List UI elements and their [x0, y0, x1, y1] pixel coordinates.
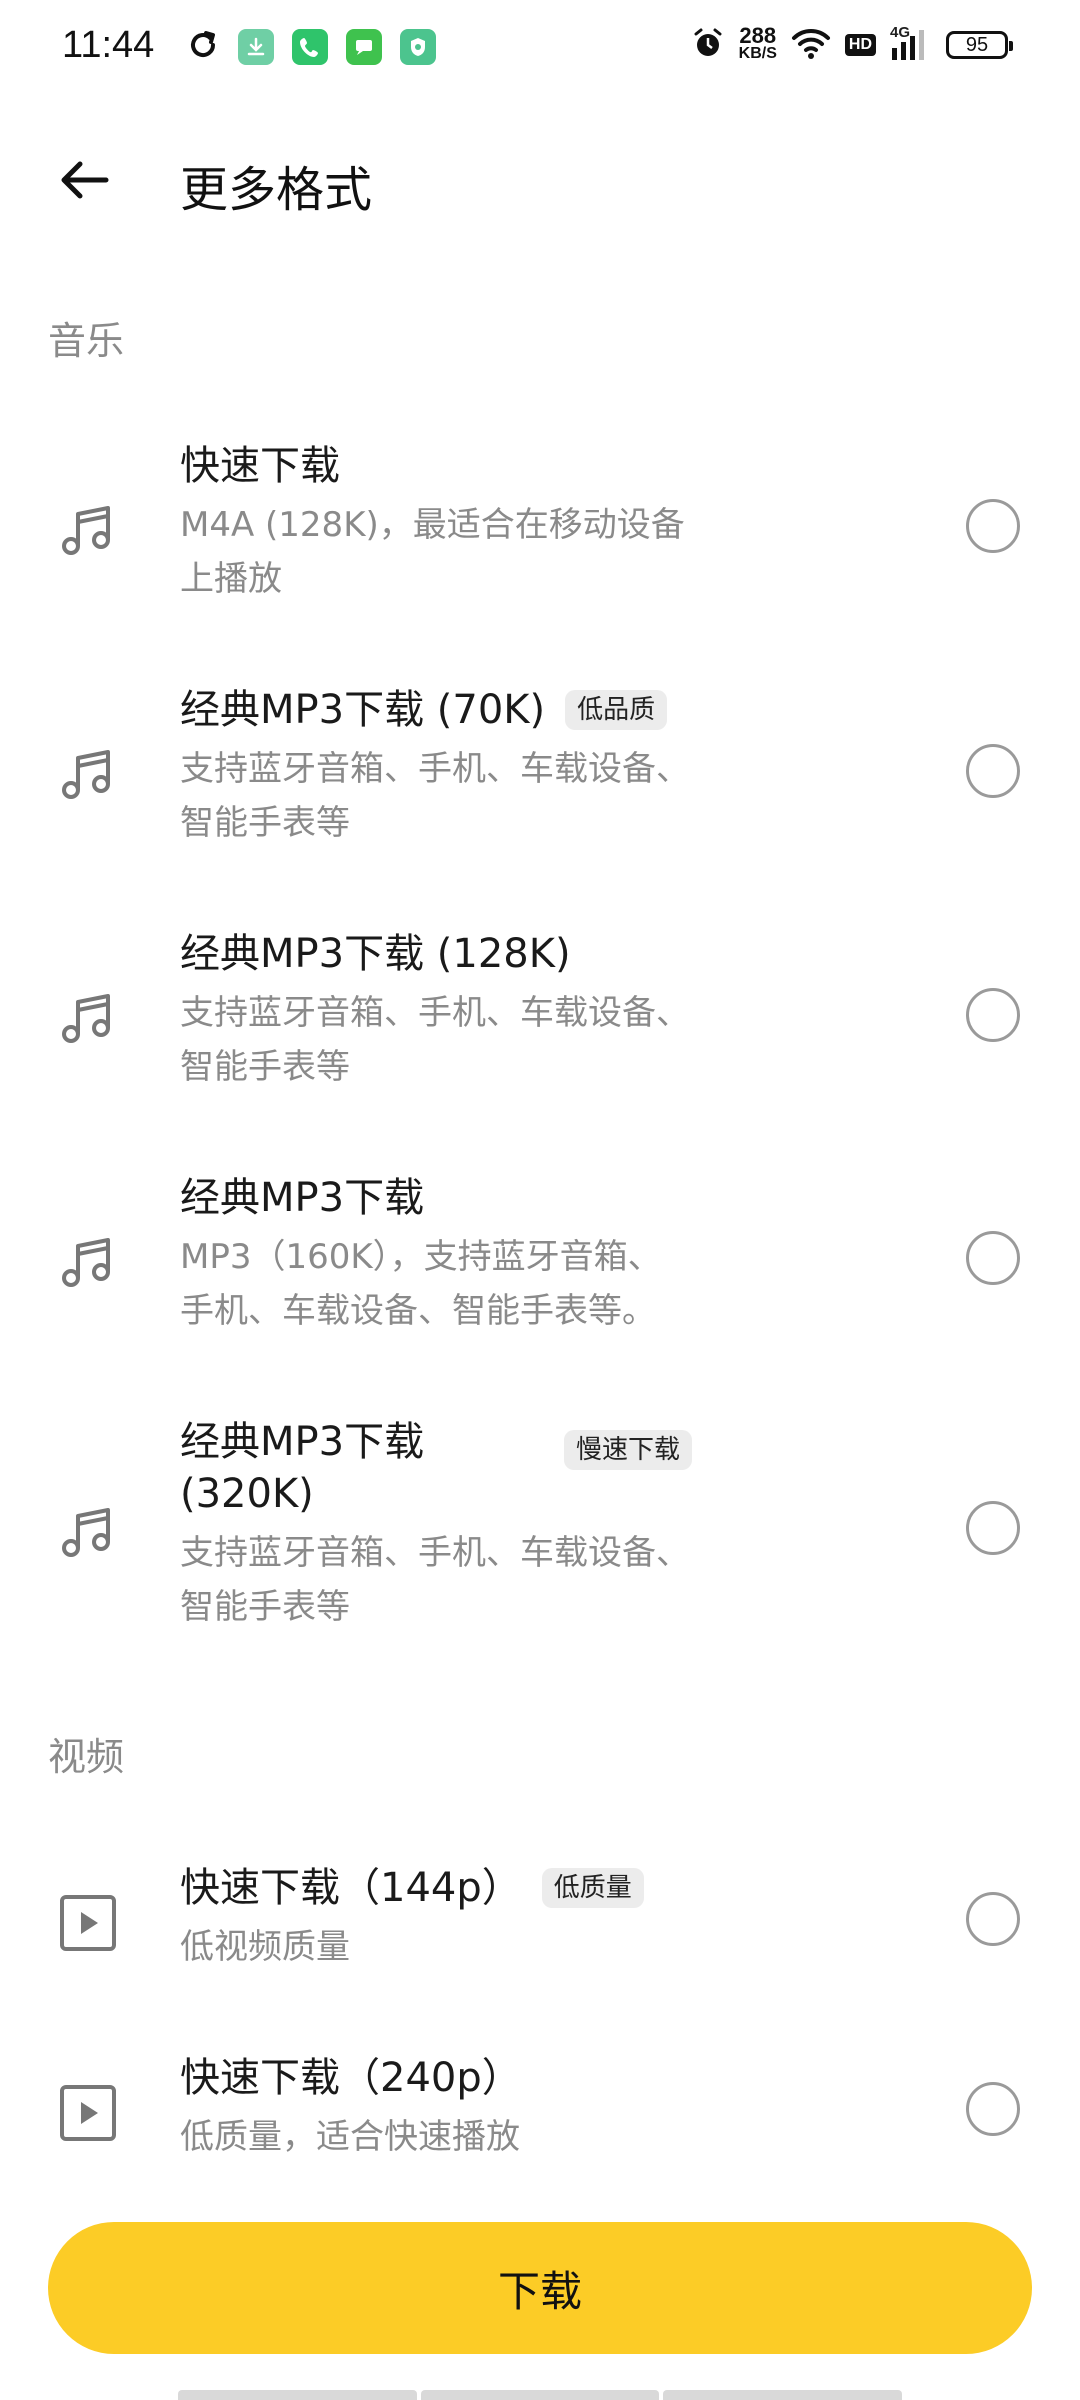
format-title-text: 经典MP3下载 (128K): [180, 931, 571, 977]
format-radio[interactable]: [966, 1501, 1020, 1555]
format-description-line: 手机、车载设备、智能手表等。: [180, 1291, 656, 1331]
status-time: 11:44: [62, 24, 155, 66]
format-title-text: 经典MP3下载 (320K): [180, 1416, 560, 1520]
format-radio[interactable]: [966, 988, 1020, 1042]
format-description: M4A (128K)，最适合在移动设备 上播放: [180, 498, 720, 606]
format-description: 支持蓝牙音箱、手机、车载设备、 智能手表等: [180, 742, 720, 850]
format-title-text: 经典MP3下载 (70K): [180, 687, 546, 733]
format-description-line: M4A (128K)，最适合在移动设备: [180, 505, 685, 545]
format-description: MP3（160K），支持蓝牙音箱、 手机、车载设备、智能手表等。: [180, 1230, 720, 1338]
format-description-line: 智能手表等: [180, 1587, 350, 1627]
format-description-line: MP3（160K），支持蓝牙音箱、: [180, 1237, 662, 1277]
music-note-icon: [62, 506, 110, 555]
format-item-video-144p[interactable]: 快速下载（144p） 低质量 低视频质量: [0, 1862, 1080, 1992]
format-radio[interactable]: [966, 1231, 1020, 1285]
battery-level: 95: [965, 33, 989, 56]
quality-tag: 低品质: [565, 690, 668, 730]
music-note-icon: [62, 1508, 110, 1557]
status-system-icons: 288 KB/S HD 4G 95: [691, 23, 1013, 64]
format-title: 经典MP3下载: [180, 1172, 720, 1224]
net-speed-value: 288: [739, 23, 777, 48]
format-title-line: (320K): [180, 1471, 314, 1517]
format-title-text: 经典MP3下载: [180, 1175, 425, 1221]
format-title: 经典MP3下载 (70K) 低品质: [180, 684, 720, 736]
format-title: 经典MP3下载 (128K): [180, 928, 720, 980]
format-description-line: 低视频质量: [180, 1927, 350, 1967]
format-description: 低质量，适合快速播放: [180, 2110, 720, 2164]
back-button[interactable]: [48, 148, 120, 212]
format-description: 支持蓝牙音箱、手机、车载设备、 智能手表等: [180, 986, 720, 1094]
wifi-icon: [791, 26, 831, 64]
format-radio[interactable]: [966, 2082, 1020, 2136]
format-item-mp3-320k[interactable]: 经典MP3下载 (320K) 慢速下载 支持蓝牙音箱、手机、车载设备、 智能手表…: [0, 1416, 1080, 1646]
page-title: 更多格式: [180, 162, 373, 218]
refresh-icon: [186, 28, 220, 66]
back-arrow-icon: [61, 161, 109, 199]
download-button[interactable]: 下载: [48, 2222, 1032, 2354]
format-description-line: 智能手表等: [180, 1047, 350, 1087]
format-description-line: 支持蓝牙音箱、手机、车载设备、: [180, 749, 690, 789]
header: 更多格式: [0, 120, 1080, 240]
status-bar: 11:44 288 KB/S HD 4G 95: [0, 0, 1080, 96]
net-speed: 288 KB/S: [738, 23, 777, 63]
format-radio[interactable]: [966, 744, 1020, 798]
format-description-line: 低质量，适合快速播放: [180, 2117, 520, 2157]
format-item-mp3-70k[interactable]: 经典MP3下载 (70K) 低品质 支持蓝牙音箱、手机、车载设备、 智能手表等: [0, 684, 1080, 864]
format-description-line: 支持蓝牙音箱、手机、车载设备、: [180, 993, 690, 1033]
quality-tag: 低质量: [541, 1868, 644, 1908]
video-play-icon: [60, 1895, 116, 1951]
status-notification-icons: [186, 28, 436, 66]
section-label-video: 视频: [48, 1735, 125, 1779]
format-title: 快速下载（144p） 低质量: [180, 1862, 720, 1914]
format-description-line: 上播放: [180, 559, 282, 599]
format-radio[interactable]: [966, 499, 1020, 553]
music-note-icon: [62, 1238, 110, 1287]
format-description: 支持蓝牙音箱、手机、车载设备、 智能手表等: [180, 1526, 720, 1634]
format-description-line: 智能手表等: [180, 803, 350, 843]
cellular-signal-icon: 4G: [890, 24, 932, 62]
video-play-icon: [60, 2085, 116, 2141]
section-label-music: 音乐: [48, 319, 125, 363]
speed-tag: 慢速下载: [564, 1430, 693, 1470]
format-title-text: 快速下载（144p）: [180, 1865, 522, 1911]
gesture-navigation-bar: [178, 2390, 903, 2400]
security-app-icon: [400, 29, 436, 65]
format-item-mp3-128k[interactable]: 经典MP3下载 (128K) 支持蓝牙音箱、手机、车载设备、 智能手表等: [0, 928, 1080, 1108]
format-item-music-fast[interactable]: 快速下载 M4A (128K)，最适合在移动设备 上播放: [0, 440, 1080, 620]
format-description-line: 支持蓝牙音箱、手机、车载设备、: [180, 1533, 690, 1573]
format-title-text: 快速下载: [180, 443, 340, 489]
format-title: 经典MP3下载 (320K) 慢速下载: [180, 1416, 720, 1520]
net-speed-unit: KB/S: [738, 45, 777, 62]
format-description: 低视频质量: [180, 1920, 720, 1974]
alarm-icon: [691, 26, 725, 64]
messages-app-icon: [346, 29, 382, 65]
format-item-mp3-160k[interactable]: 经典MP3下载 MP3（160K），支持蓝牙音箱、 手机、车载设备、智能手表等。: [0, 1172, 1080, 1352]
battery-icon: 95: [946, 31, 1013, 59]
phone-app-icon: [292, 29, 328, 65]
format-title-text: 快速下载（240p）: [180, 2055, 522, 2101]
music-note-icon: [62, 750, 110, 799]
music-note-icon: [62, 994, 110, 1043]
download-app-icon: [238, 29, 274, 65]
format-title-line: 经典MP3下载: [180, 1419, 425, 1465]
format-title: 快速下载: [180, 440, 720, 492]
format-radio[interactable]: [966, 1892, 1020, 1946]
format-item-video-240p[interactable]: 快速下载（240p） 低质量，适合快速播放: [0, 2052, 1080, 2182]
hd-icon: HD: [844, 34, 876, 56]
format-title: 快速下载（240p）: [180, 2052, 720, 2104]
